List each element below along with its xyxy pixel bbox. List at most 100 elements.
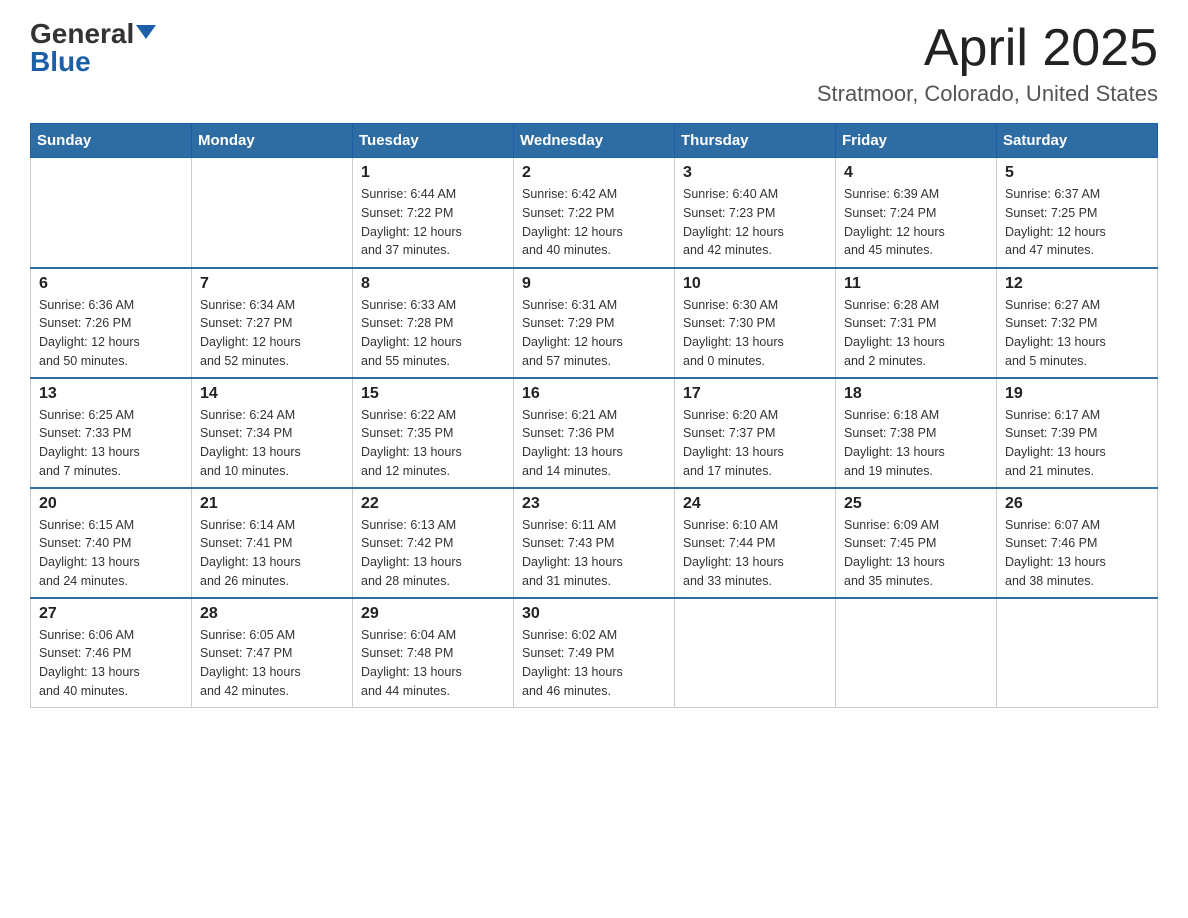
day-number: 16 (522, 385, 666, 403)
day-info: Sunrise: 6:05 AMSunset: 7:47 PMDaylight:… (200, 626, 344, 701)
day-number: 17 (683, 385, 827, 403)
day-number: 19 (1005, 385, 1149, 403)
day-info: Sunrise: 6:14 AMSunset: 7:41 PMDaylight:… (200, 516, 344, 591)
weekday-header-tuesday: Tuesday (353, 124, 514, 158)
calendar-cell: 4Sunrise: 6:39 AMSunset: 7:24 PMDaylight… (836, 158, 997, 268)
day-number: 2 (522, 164, 666, 182)
day-info: Sunrise: 6:07 AMSunset: 7:46 PMDaylight:… (1005, 516, 1149, 591)
calendar-cell: 3 Sunrise: 6:40 AMSunset: 7:23 PMDaylight… (675, 158, 836, 268)
day-info: Sunrise: 6:10 AMSunset: 7:44 PMDaylight:… (683, 516, 827, 591)
calendar-cell: 17 Sunrise: 6:20 AMSunset: 7:37 PMDayligh… (675, 378, 836, 488)
day-number: 10 (683, 275, 827, 293)
calendar-cell: 10 Sunrise: 6:30 AMSunset: 7:30 PMDayligh… (675, 268, 836, 378)
calendar-cell: 28 Sunrise: 6:05 AMSunset: 7:47 PMDayligh… (192, 598, 353, 708)
day-info: Sunrise: 6:28 AMSunset: 7:31 PMDaylight:… (844, 296, 988, 371)
calendar-cell: 30 Sunrise: 6:02 AMSunset: 7:49 PMDayligh… (514, 598, 675, 708)
week-row-4: 20 Sunrise: 6:15 AMSunset: 7:40 PMDayligh… (31, 488, 1158, 598)
calendar-cell: 12 Sunrise: 6:27 AMSunset: 7:32 PMDayligh… (997, 268, 1158, 378)
calendar-cell: 9Sunrise: 6:31 AMSunset: 7:29 PMDaylight… (514, 268, 675, 378)
calendar-cell: 21 Sunrise: 6:14 AMSunset: 7:41 PMDayligh… (192, 488, 353, 598)
day-info: Sunrise: 6:02 AMSunset: 7:49 PMDaylight:… (522, 626, 666, 701)
day-number: 3 (683, 164, 827, 182)
day-info: Sunrise: 6:42 AMSunset: 7:22 PMDaylight:… (522, 185, 666, 260)
calendar-cell: 27 Sunrise: 6:06 AMSunset: 7:46 PMDayligh… (31, 598, 192, 708)
day-info: Sunrise: 6:15 AMSunset: 7:40 PMDaylight:… (39, 516, 183, 591)
calendar-cell: 8 Sunrise: 6:33 AMSunset: 7:28 PMDaylight… (353, 268, 514, 378)
day-info: Sunrise: 6:22 AMSunset: 7:35 PMDaylight:… (361, 406, 505, 481)
calendar-cell: 11 Sunrise: 6:28 AMSunset: 7:31 PMDayligh… (836, 268, 997, 378)
day-number: 7 (200, 275, 344, 293)
day-info: Sunrise: 6:20 AMSunset: 7:37 PMDaylight:… (683, 406, 827, 481)
page-header: General Blue April 2025 Stratmoor, Color… (30, 20, 1158, 107)
calendar-cell (997, 598, 1158, 708)
calendar-cell: 16 Sunrise: 6:21 AMSunset: 7:36 PMDayligh… (514, 378, 675, 488)
day-info: Sunrise: 6:24 AMSunset: 7:34 PMDaylight:… (200, 406, 344, 481)
week-row-5: 27 Sunrise: 6:06 AMSunset: 7:46 PMDayligh… (31, 598, 1158, 708)
calendar-cell: 29Sunrise: 6:04 AMSunset: 7:48 PMDayligh… (353, 598, 514, 708)
calendar-cell: 6 Sunrise: 6:36 AMSunset: 7:26 PMDaylight… (31, 268, 192, 378)
day-number: 15 (361, 385, 505, 403)
day-number: 11 (844, 275, 988, 293)
calendar-cell (675, 598, 836, 708)
day-info: Sunrise: 6:04 AMSunset: 7:48 PMDaylight:… (361, 626, 505, 701)
day-info: Sunrise: 6:25 AMSunset: 7:33 PMDaylight:… (39, 406, 183, 481)
calendar-cell: 2 Sunrise: 6:42 AMSunset: 7:22 PMDaylight… (514, 158, 675, 268)
calendar-cell: 1 Sunrise: 6:44 AMSunset: 7:22 PMDaylight… (353, 158, 514, 268)
day-info: Sunrise: 6:06 AMSunset: 7:46 PMDaylight:… (39, 626, 183, 701)
calendar-cell: 13 Sunrise: 6:25 AMSunset: 7:33 PMDayligh… (31, 378, 192, 488)
day-info: Sunrise: 6:31 AMSunset: 7:29 PMDaylight:… (522, 296, 666, 371)
day-info: Sunrise: 6:30 AMSunset: 7:30 PMDaylight:… (683, 296, 827, 371)
month-title: April 2025 (817, 20, 1158, 77)
day-number: 25 (844, 495, 988, 513)
calendar-cell: 19 Sunrise: 6:17 AMSunset: 7:39 PMDayligh… (997, 378, 1158, 488)
weekday-header-friday: Friday (836, 124, 997, 158)
logo: General Blue (30, 20, 156, 76)
day-number: 24 (683, 495, 827, 513)
day-info: Sunrise: 6:27 AMSunset: 7:32 PMDaylight:… (1005, 296, 1149, 371)
weekday-header-saturday: Saturday (997, 124, 1158, 158)
weekday-header-sunday: Sunday (31, 124, 192, 158)
day-info: Sunrise: 6:21 AMSunset: 7:36 PMDaylight:… (522, 406, 666, 481)
day-number: 8 (361, 275, 505, 293)
day-number: 13 (39, 385, 183, 403)
week-row-2: 6 Sunrise: 6:36 AMSunset: 7:26 PMDaylight… (31, 268, 1158, 378)
calendar-cell: 18Sunrise: 6:18 AMSunset: 7:38 PMDayligh… (836, 378, 997, 488)
day-number: 23 (522, 495, 666, 513)
location-title: Stratmoor, Colorado, United States (817, 81, 1158, 107)
day-info: Sunrise: 6:34 AMSunset: 7:27 PMDaylight:… (200, 296, 344, 371)
calendar-cell: 14 Sunrise: 6:24 AMSunset: 7:34 PMDayligh… (192, 378, 353, 488)
day-number: 28 (200, 605, 344, 623)
day-number: 22 (361, 495, 505, 513)
day-info: Sunrise: 6:36 AMSunset: 7:26 PMDaylight:… (39, 296, 183, 371)
day-number: 5 (1005, 164, 1149, 182)
day-number: 6 (39, 275, 183, 293)
day-info: Sunrise: 6:13 AMSunset: 7:42 PMDaylight:… (361, 516, 505, 591)
day-number: 1 (361, 164, 505, 182)
day-info: Sunrise: 6:40 AMSunset: 7:23 PMDaylight:… (683, 185, 827, 260)
day-info: Sunrise: 6:18 AMSunset: 7:38 PMDaylight:… (844, 406, 988, 481)
logo-general-text: General (30, 20, 134, 48)
day-info: Sunrise: 6:33 AMSunset: 7:28 PMDaylight:… (361, 296, 505, 371)
day-info: Sunrise: 6:39 AMSunset: 7:24 PMDaylight:… (844, 185, 988, 260)
weekday-header-row: SundayMondayTuesdayWednesdayThursdayFrid… (31, 124, 1158, 158)
calendar-cell: 15 Sunrise: 6:22 AMSunset: 7:35 PMDayligh… (353, 378, 514, 488)
logo-blue-text: Blue (30, 48, 91, 76)
day-info: Sunrise: 6:37 AMSunset: 7:25 PMDaylight:… (1005, 185, 1149, 260)
weekday-header-wednesday: Wednesday (514, 124, 675, 158)
day-number: 12 (1005, 275, 1149, 293)
day-info: Sunrise: 6:44 AMSunset: 7:22 PMDaylight:… (361, 185, 505, 260)
day-info: Sunrise: 6:17 AMSunset: 7:39 PMDaylight:… (1005, 406, 1149, 481)
calendar-cell: 23 Sunrise: 6:11 AMSunset: 7:43 PMDayligh… (514, 488, 675, 598)
day-number: 14 (200, 385, 344, 403)
logo-triangle-icon (136, 25, 156, 39)
day-info: Sunrise: 6:11 AMSunset: 7:43 PMDaylight:… (522, 516, 666, 591)
calendar-cell: 5 Sunrise: 6:37 AMSunset: 7:25 PMDaylight… (997, 158, 1158, 268)
day-number: 30 (522, 605, 666, 623)
day-number: 27 (39, 605, 183, 623)
day-number: 20 (39, 495, 183, 513)
calendar-cell: 22 Sunrise: 6:13 AMSunset: 7:42 PMDayligh… (353, 488, 514, 598)
day-number: 21 (200, 495, 344, 513)
calendar-cell (31, 158, 192, 268)
calendar-cell: 26Sunrise: 6:07 AMSunset: 7:46 PMDayligh… (997, 488, 1158, 598)
title-area: April 2025 Stratmoor, Colorado, United S… (817, 20, 1158, 107)
